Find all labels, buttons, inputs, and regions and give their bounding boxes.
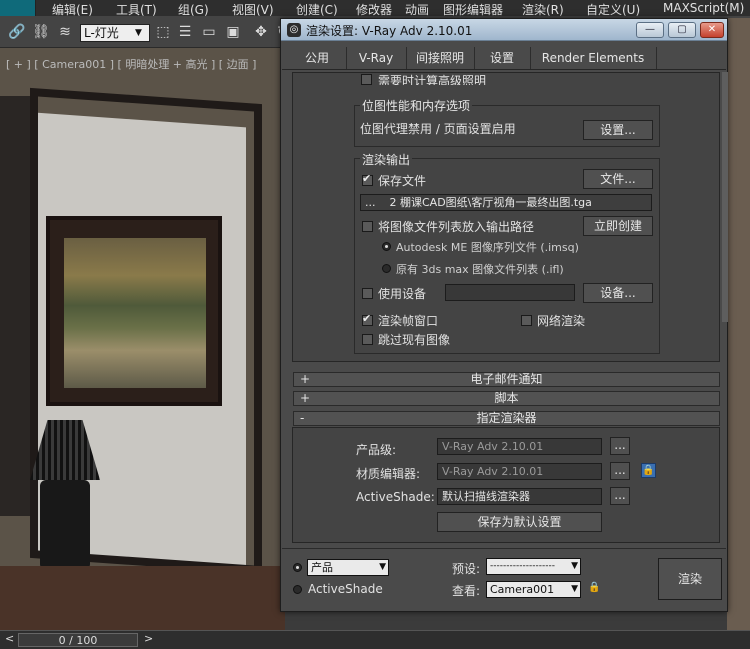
lock-icon[interactable]: 🔒 [641, 463, 656, 478]
viewport-painting [64, 238, 206, 388]
chevron-down-icon: ▼ [571, 561, 578, 571]
imsq-label: Autodesk ME 图像序列文件 (.imsq) [396, 241, 579, 254]
output-path-field[interactable]: ... 2 棚课CAD图纸\客厅视角一最终出图.tga [360, 194, 652, 211]
render-frame-window-checkbox[interactable] [362, 312, 373, 326]
bitmap-setup-button[interactable]: 设置... [583, 120, 653, 140]
chevron-down-icon: ▼ [571, 584, 578, 594]
dialog-tabs: 公用 V-Ray 间接照明 设置 Render Elements [282, 42, 726, 70]
view-value: Camera001 [490, 583, 555, 596]
preset-value: -------------------- [490, 561, 555, 571]
production-renderer-field: V-Ray Adv 2.10.01 [437, 438, 602, 455]
tab-vray[interactable]: V-Ray [346, 47, 407, 69]
maximize-button[interactable]: ▢ [668, 22, 696, 38]
window-crossing-icon[interactable]: ▣ [224, 23, 242, 41]
panel-scrollbar[interactable] [722, 72, 728, 322]
mode-activeshade-radio[interactable] [293, 585, 302, 594]
render-button[interactable]: 渲染 [658, 558, 722, 600]
output-path-browse[interactable]: ... [365, 196, 376, 209]
activeshade-label: ActiveShade: [356, 490, 435, 504]
production-mode-value: 产品 [311, 561, 333, 574]
compute-advanced-lighting-label: 需要时计算高级照明 [378, 74, 487, 85]
rollout-email-title: 电子邮件通知 [470, 372, 543, 386]
use-device-checkbox[interactable] [362, 288, 373, 299]
menu-bar: 编辑(E) 工具(T) 组(G) 视图(V) 创建(C) 修改器 动画 图形编辑… [0, 0, 750, 18]
net-render-checkbox[interactable] [521, 315, 532, 326]
bind-spacewarp-icon[interactable]: ≋ [56, 23, 74, 41]
devices-button[interactable]: 设备... [583, 283, 653, 303]
imsq-radio[interactable] [382, 242, 391, 251]
device-field[interactable] [445, 284, 575, 301]
viewport-label[interactable]: [ + ] [ Camera001 ] [ 明暗处理 + 高光 ] [ 边面 ] [6, 56, 256, 72]
minimize-button[interactable]: — [636, 22, 664, 38]
menu-maxscript[interactable]: MAXScript(M) [663, 1, 744, 15]
rollout-scripts[interactable]: + 脚本 [293, 391, 720, 406]
time-prev-button[interactable]: < [5, 632, 14, 645]
selection-set-dropdown[interactable]: L-灯光 ▼ [80, 24, 150, 42]
save-file-checkbox[interactable] [362, 172, 373, 186]
activeshade-browse-button[interactable]: ... [610, 487, 630, 505]
create-now-button[interactable]: 立即创建 [583, 216, 653, 236]
ifl-label: 原有 3ds max 图像文件列表 (.ifl) [396, 263, 564, 276]
activeshade-renderer-field: 默认扫描线渲染器 [437, 488, 602, 505]
put-image-list-checkbox[interactable] [362, 221, 373, 232]
dialog-title: 渲染设置: V-Ray Adv 2.10.01 [306, 24, 473, 38]
unlink-icon[interactable]: ⛓ [32, 23, 50, 41]
lock-view-icon[interactable]: 🔒 [588, 582, 600, 596]
viewport-lamp-base [40, 480, 90, 570]
production-mode-dropdown[interactable]: 产品 ▼ [307, 559, 389, 576]
compute-advanced-lighting-checkbox[interactable] [361, 74, 372, 85]
material-editor-renderer-field: V-Ray Adv 2.10.01 [437, 463, 602, 480]
time-slider[interactable]: 0 / 100 [18, 633, 138, 647]
use-device-label: 使用设备 [378, 287, 427, 301]
render-output-title: 渲染输出 [360, 151, 413, 168]
chevron-down-icon: ▼ [135, 28, 142, 38]
rollout-email[interactable]: + 电子邮件通知 [293, 372, 720, 387]
mode-activeshade-label: ActiveShade [308, 582, 383, 596]
material-editor-browse-button[interactable]: ... [610, 462, 630, 480]
select-object-icon[interactable]: ⬚ [154, 23, 172, 41]
production-browse-button[interactable]: ... [610, 437, 630, 455]
link-icon[interactable]: 🔗 [8, 23, 26, 41]
render-setup-icon: ◎ [287, 23, 301, 37]
rollout-scripts-title: 脚本 [494, 391, 519, 405]
ifl-radio[interactable] [382, 264, 391, 273]
skip-existing-checkbox[interactable] [362, 334, 373, 345]
move-icon[interactable]: ✥ [252, 23, 270, 41]
save-as-default-button[interactable]: 保存为默认设置 [437, 512, 602, 532]
close-button[interactable]: ✕ [700, 22, 724, 38]
tab-settings[interactable]: 设置 [474, 47, 531, 69]
time-next-button[interactable]: > [144, 632, 153, 645]
skip-existing-label: 跳过现有图像 [378, 333, 451, 347]
output-path-value: 2 棚课CAD图纸\客厅视角一最终出图.tga [389, 196, 592, 209]
production-label: 产品级: [356, 443, 397, 457]
rollout-assign-renderer[interactable]: - 指定渲染器 [293, 411, 720, 426]
view-dropdown[interactable]: Camera001 ▼ [486, 581, 581, 598]
tab-indirect-illumination[interactable]: 间接照明 [406, 47, 475, 69]
mode-production-radio[interactable] [293, 563, 302, 572]
chevron-down-icon: ▼ [379, 562, 386, 572]
put-image-list-label: 将图像文件列表放入输出路径 [378, 220, 535, 234]
preset-dropdown[interactable]: -------------------- ▼ [486, 558, 581, 575]
files-button[interactable]: 文件... [583, 169, 653, 189]
render-frame-window-label: 渲染帧窗口 [378, 314, 439, 328]
viewport-right-strip [727, 18, 750, 630]
preset-label: 预设: [452, 562, 481, 576]
selection-set-value: L-灯光 [84, 26, 119, 40]
select-by-name-icon[interactable]: ☰ [176, 23, 194, 41]
view-label: 查看: [452, 584, 481, 598]
rect-selection-icon[interactable]: ▭ [200, 23, 218, 41]
rollout-assign-title: 指定渲染器 [476, 411, 537, 425]
viewport-floor [0, 566, 285, 630]
save-file-label: 保存文件 [378, 174, 427, 188]
bitmap-options-title: 位图性能和内存选项 [360, 97, 473, 114]
bitmap-status-text: 位图代理禁用 / 页面设置启用 [360, 122, 516, 136]
tab-common[interactable]: 公用 [288, 47, 347, 69]
tab-render-elements[interactable]: Render Elements [530, 47, 657, 69]
net-render-label: 网络渲染 [537, 314, 586, 328]
material-editor-label: 材质编辑器: [356, 467, 421, 481]
